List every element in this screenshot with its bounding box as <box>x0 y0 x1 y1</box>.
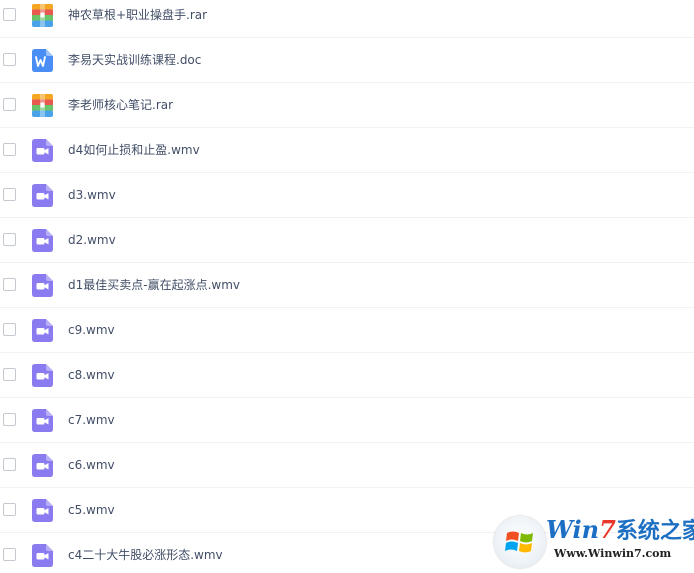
file-row[interactable]: 神农草根+职业操盘手.rar <box>0 0 694 38</box>
file-row[interactable]: c7.wmv <box>0 398 694 443</box>
watermark: Win7系统之家 Www.Winwin7.com <box>494 513 694 571</box>
file-row[interactable]: c8.wmv <box>0 353 694 398</box>
file-row[interactable]: c9.wmv <box>0 308 694 353</box>
file-checkbox[interactable] <box>3 368 16 381</box>
file-row[interactable]: d1最佳买卖点-赢在起涨点.wmv <box>0 263 694 308</box>
file-name[interactable]: d2.wmv <box>68 232 116 248</box>
watermark-win: Win <box>546 515 600 544</box>
file-checkbox[interactable] <box>3 8 16 21</box>
file-name[interactable]: 李易天实战训练课程.doc <box>68 52 201 68</box>
video-icon <box>32 499 53 522</box>
file-row[interactable]: 李老师核心笔记.rar <box>0 83 694 128</box>
file-name[interactable]: c8.wmv <box>68 367 115 383</box>
video-icon <box>32 229 53 252</box>
file-list: 神农草根+职业操盘手.rar 李易天实战训练课程.doc 李老师核心笔记.rar d4… <box>0 0 694 573</box>
file-checkbox[interactable] <box>3 323 16 336</box>
file-checkbox[interactable] <box>3 98 16 111</box>
file-name[interactable]: c5.wmv <box>68 502 115 518</box>
video-icon <box>32 364 53 387</box>
watermark-title: Win7系统之家 <box>546 515 694 546</box>
file-name[interactable]: c4二十大牛股必涨形态.wmv <box>68 547 223 563</box>
file-name[interactable]: 神农草根+职业操盘手.rar <box>68 7 207 23</box>
archive-icon <box>32 4 53 27</box>
video-icon <box>32 184 53 207</box>
video-icon <box>32 139 53 162</box>
word-doc-icon <box>32 49 53 72</box>
file-name[interactable]: 李老师核心笔记.rar <box>68 97 173 113</box>
windows-logo-icon <box>494 516 546 568</box>
file-checkbox[interactable] <box>3 278 16 291</box>
file-name[interactable]: c9.wmv <box>68 322 115 338</box>
watermark-seven: 7 <box>599 515 616 544</box>
file-checkbox[interactable] <box>3 503 16 516</box>
file-row[interactable]: 李易天实战训练课程.doc <box>0 38 694 83</box>
watermark-url: Www.Winwin7.com <box>554 547 672 560</box>
file-checkbox[interactable] <box>3 458 16 471</box>
file-row[interactable]: d2.wmv <box>0 218 694 263</box>
file-checkbox[interactable] <box>3 233 16 246</box>
file-row[interactable]: c6.wmv <box>0 443 694 488</box>
file-checkbox[interactable] <box>3 143 16 156</box>
file-checkbox[interactable] <box>3 53 16 66</box>
watermark-cn: 系统之家 <box>615 518 694 544</box>
file-checkbox[interactable] <box>3 413 16 426</box>
file-row[interactable]: d4如何止损和止盈.wmv <box>0 128 694 173</box>
video-icon <box>32 274 53 297</box>
video-icon <box>32 454 53 477</box>
file-name[interactable]: c6.wmv <box>68 457 115 473</box>
file-checkbox[interactable] <box>3 548 16 561</box>
file-name[interactable]: d3.wmv <box>68 187 116 203</box>
file-name[interactable]: d1最佳买卖点-赢在起涨点.wmv <box>68 277 240 293</box>
video-icon <box>32 409 53 432</box>
file-name[interactable]: c7.wmv <box>68 412 115 428</box>
file-row[interactable]: d3.wmv <box>0 173 694 218</box>
file-name[interactable]: d4如何止损和止盈.wmv <box>68 142 200 158</box>
file-checkbox[interactable] <box>3 188 16 201</box>
video-icon <box>32 319 53 342</box>
archive-icon <box>32 94 53 117</box>
video-icon <box>32 544 53 567</box>
